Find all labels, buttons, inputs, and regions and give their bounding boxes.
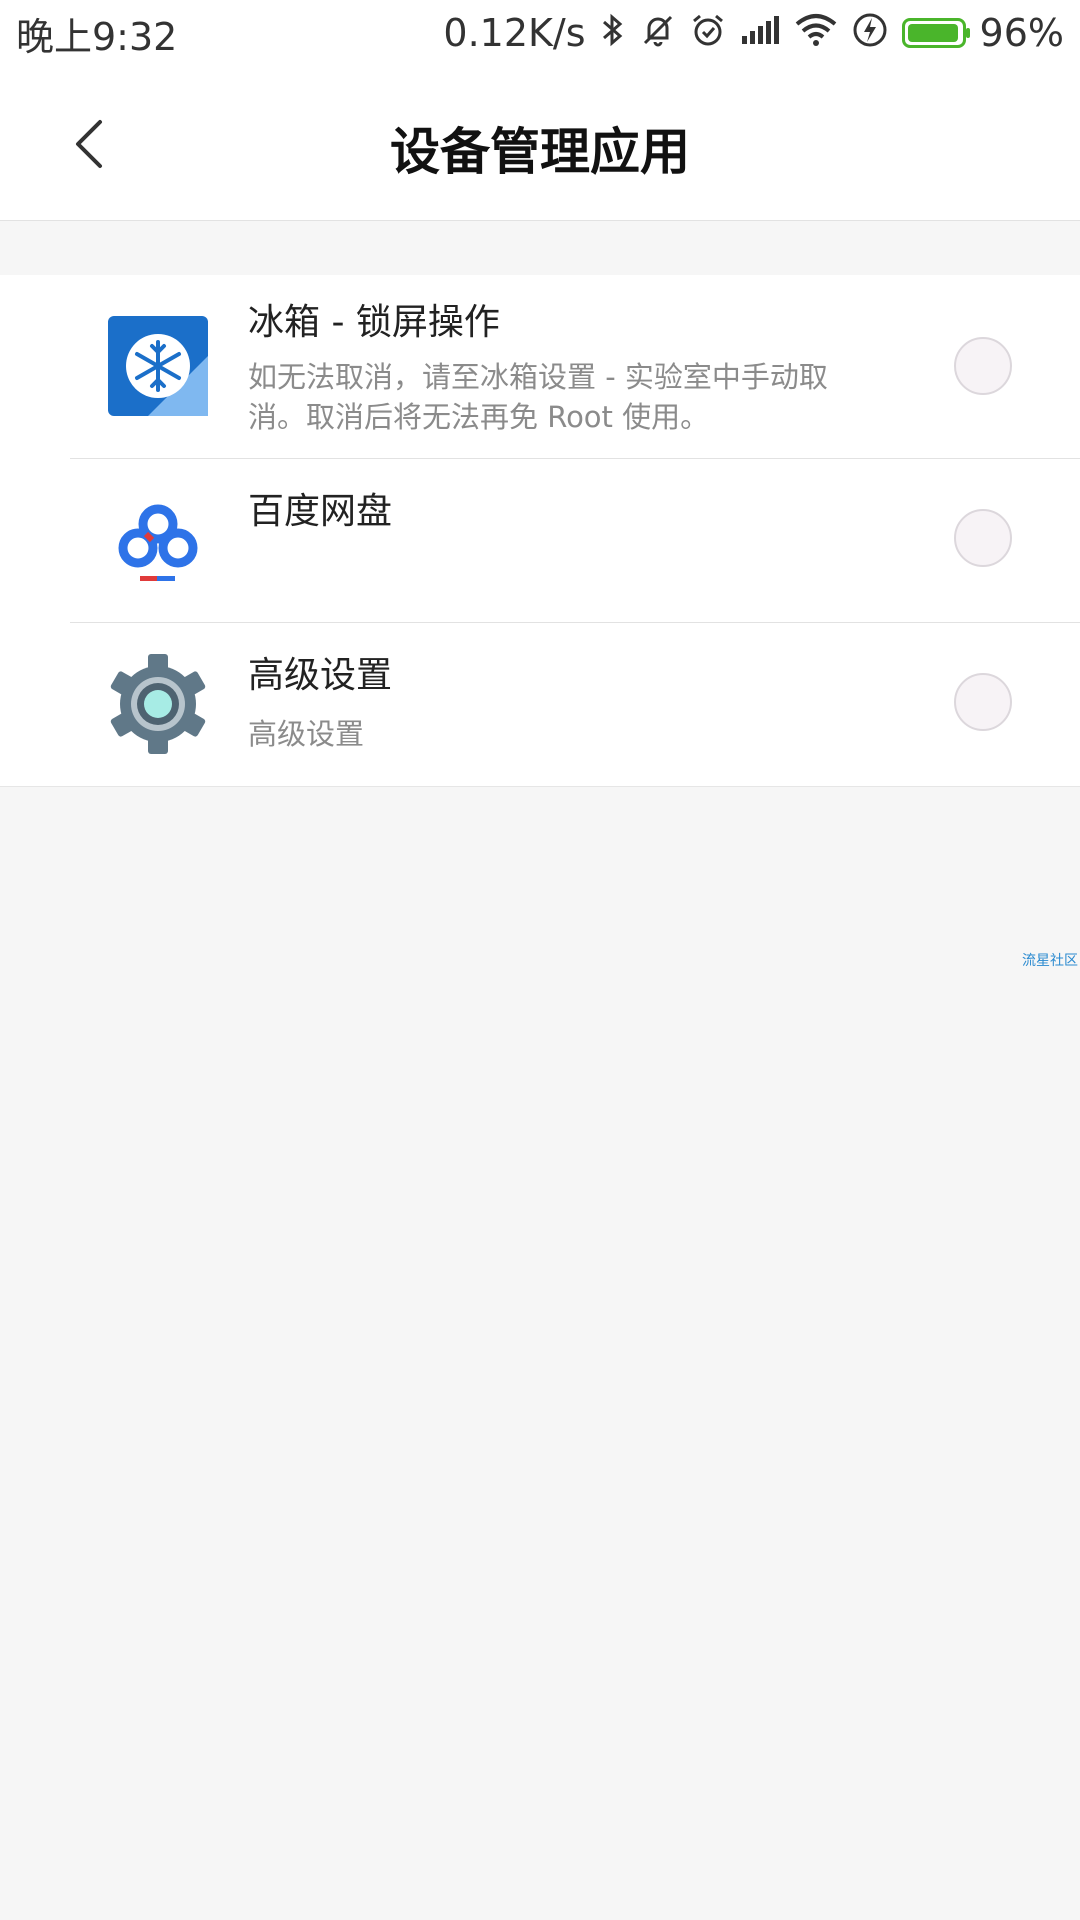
device-admin-list: 冰箱 - 锁屏操作 如无法取消，请至冰箱设置 - 实验室中手动取消。取消后将无法…: [0, 275, 1080, 787]
list-item-advanced-settings[interactable]: 高级设置 高级设置: [0, 622, 1080, 786]
list-item-title: 百度网盘: [248, 491, 393, 532]
status-bar: 晚上9:32 0.12K/s 96%: [0, 0, 1080, 66]
radio-button[interactable]: [954, 509, 1012, 567]
battery-fill: [907, 24, 958, 42]
list-item-title: 高级设置: [248, 655, 393, 696]
charging-icon: [852, 12, 888, 54]
watermark-text: 流星社区: [1022, 953, 1078, 969]
page-title: 设备管理应用: [390, 123, 690, 181]
snowflake-icon: [108, 316, 208, 416]
status-time: 晚上9:32: [16, 14, 178, 59]
list-item-baidu-netdisk[interactable]: 百度网盘: [0, 458, 1080, 622]
battery-icon: [901, 18, 970, 48]
signal-icon: [740, 12, 780, 54]
app-bar: 设备管理应用: [0, 66, 1080, 221]
network-speed: 0.12K/s: [443, 11, 586, 55]
radio-button[interactable]: [954, 673, 1012, 731]
bluetooth-icon: [600, 12, 626, 54]
list-item-text: 高级设置 高级设置: [248, 652, 860, 754]
baidu-cloud-icon: [108, 490, 208, 590]
list-item-text: 冰箱 - 锁屏操作 如无法取消，请至冰箱设置 - 实验室中手动取消。取消后将无法…: [248, 299, 860, 437]
list-item-title: 冰箱 - 锁屏操作: [248, 302, 500, 343]
list-item-freezer[interactable]: 冰箱 - 锁屏操作 如无法取消，请至冰箱设置 - 实验室中手动取消。取消后将无法…: [0, 275, 1080, 458]
radio-button[interactable]: [954, 337, 1012, 395]
gear-icon: [108, 654, 208, 754]
mute-bell-icon: [640, 12, 676, 54]
list-item-text: 百度网盘: [248, 488, 860, 536]
list-item-description: 如无法取消，请至冰箱设置 - 实验室中手动取消。取消后将无法再免 Root 使用…: [248, 360, 828, 434]
status-right-area: 0.12K/s 96%: [443, 11, 1064, 55]
list-item-description: 高级设置: [248, 717, 365, 751]
battery-percent: 96%: [979, 11, 1064, 55]
wifi-icon: [794, 12, 838, 54]
alarm-icon: [690, 12, 726, 54]
